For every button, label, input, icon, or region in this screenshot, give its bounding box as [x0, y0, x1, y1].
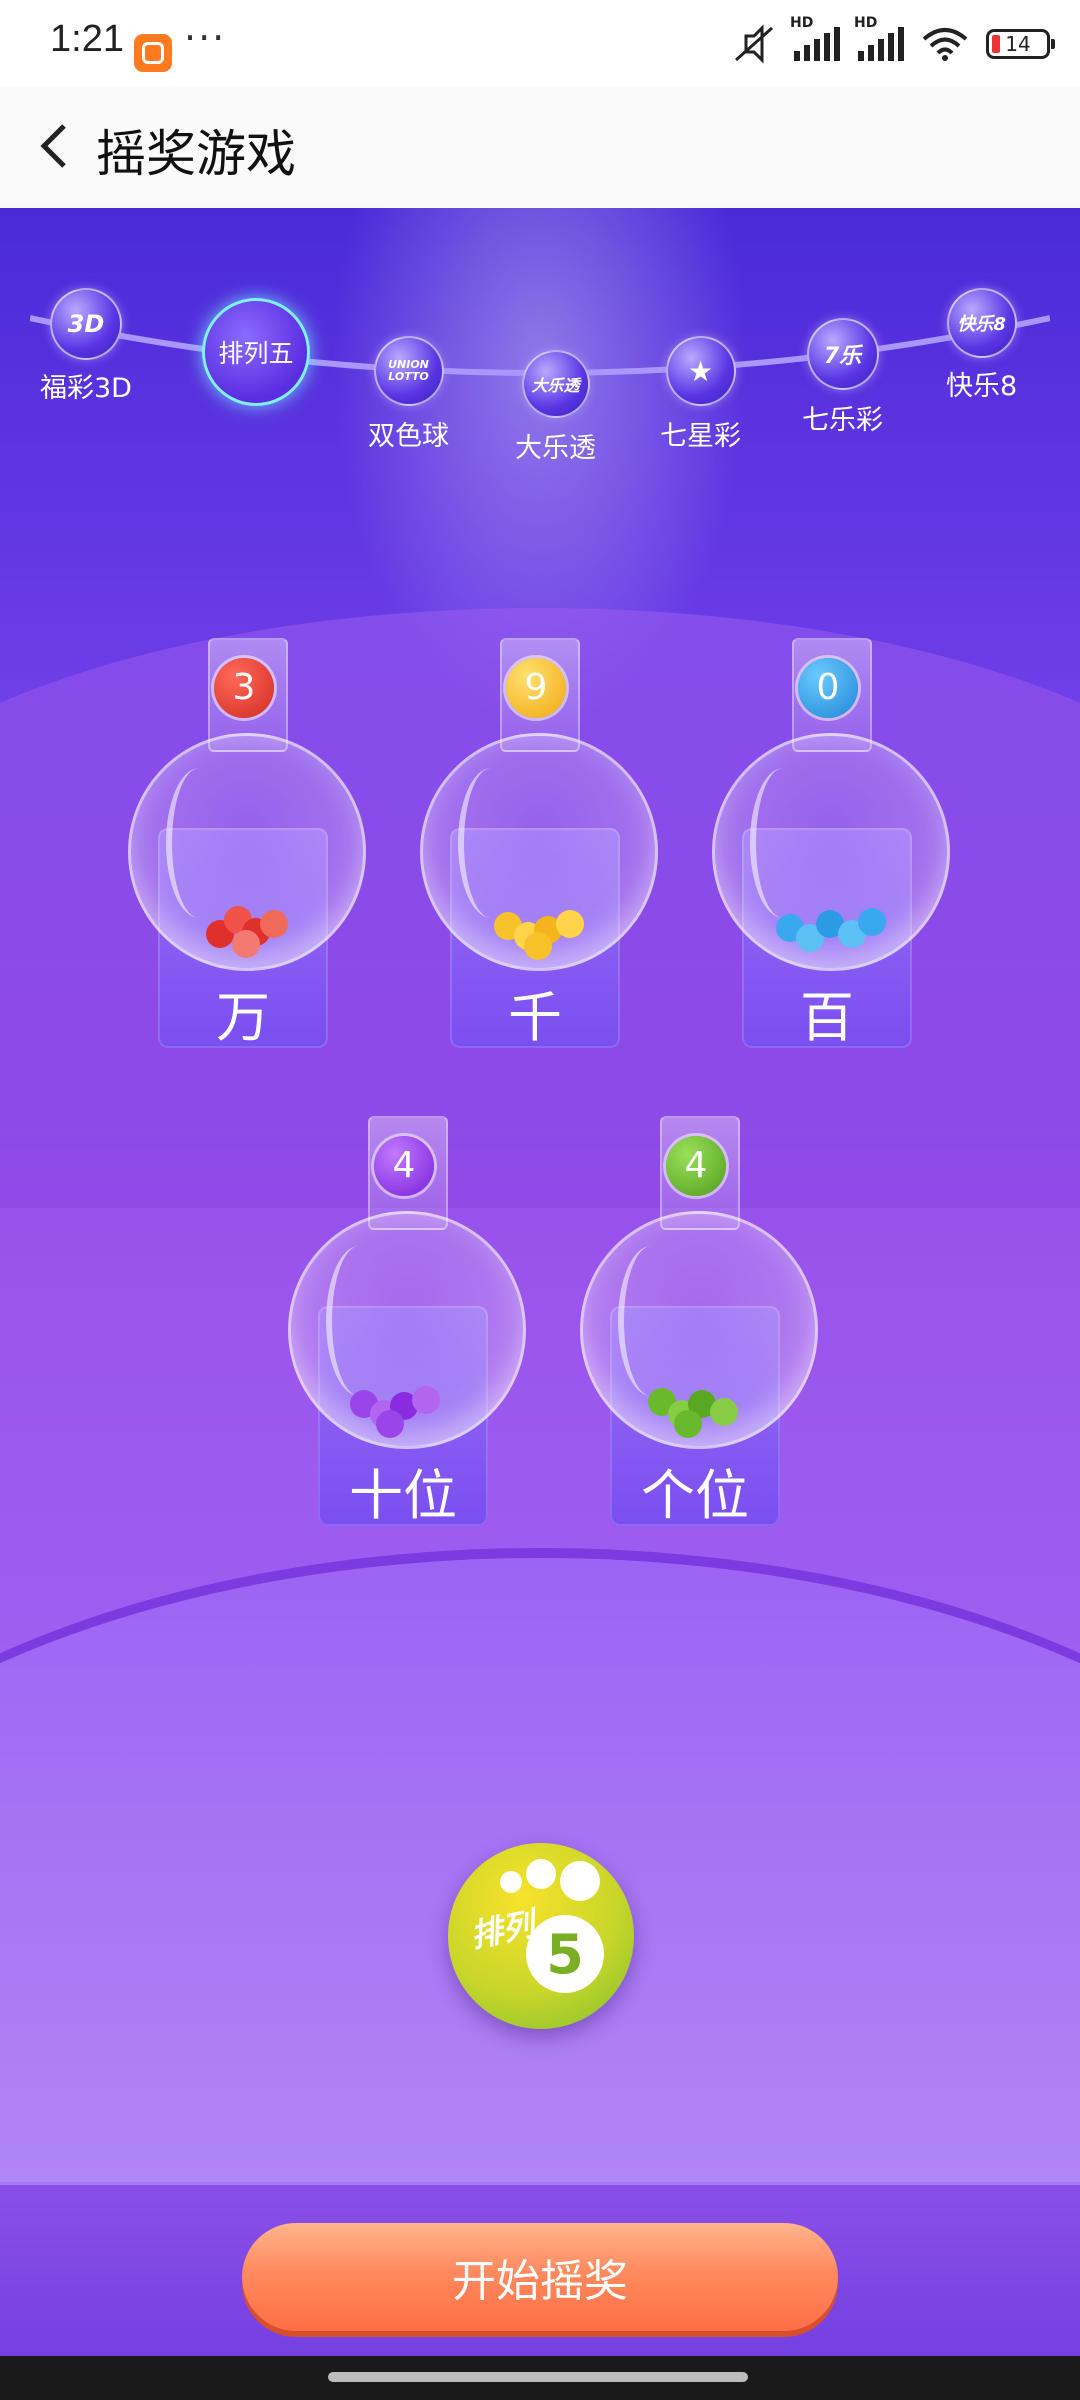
logo-digit: 5: [526, 1915, 604, 1993]
lottery-item-qixingcai[interactable]: ★ 七星彩: [660, 336, 741, 453]
lottery-label: 快乐8: [946, 371, 1018, 402]
back-arrow-icon[interactable]: [28, 116, 88, 176]
page-title: 摇奖游戏: [96, 125, 296, 183]
globe-gloss: [618, 1246, 684, 1396]
status-icons: HD HD 14: [732, 15, 1055, 66]
result-number-qian: 9: [506, 658, 566, 718]
system-nav-bar: [0, 2356, 1080, 2400]
pailie5-icon: 排列五: [202, 298, 310, 406]
mute-icon: [735, 24, 773, 64]
ball-pile: [494, 906, 594, 960]
start-draw-button[interactable]: 开始摇奖: [242, 2223, 838, 2331]
ball-pile: [350, 1384, 450, 1438]
lottery-item-daletou[interactable]: 大乐透 大乐透: [515, 350, 596, 465]
app-notification-icon: [134, 34, 172, 72]
kuaile8-icon: 快乐8: [946, 288, 1017, 358]
machine-qian: 9 千: [418, 638, 658, 1068]
fucai3d-icon: 3D: [49, 288, 122, 360]
machine-wan: 3 万: [126, 638, 366, 1068]
home-gesture-handle[interactable]: [328, 2372, 748, 2382]
signal-icon-1: HD: [790, 15, 840, 61]
ball-pile: [206, 906, 306, 958]
lottery-label: 福彩3D: [40, 373, 132, 404]
pailie5-logo: 排列 5: [448, 1843, 634, 2029]
wifi-icon: [922, 28, 968, 61]
globe-gloss: [326, 1246, 392, 1396]
result-number-shiwei: 4: [374, 1136, 434, 1196]
lottery-item-pailie5[interactable]: 排列五: [202, 298, 310, 406]
qixingcai-icon: ★: [665, 336, 736, 406]
machine-label-qian: 千: [508, 986, 562, 1049]
status-time: 1:21: [50, 18, 124, 60]
lottery-item-shuangseqiu[interactable]: UNION LOTTO 双色球: [368, 336, 449, 453]
lottery-stage: 3D 福彩3D 排列五 UNION LOTTO 双色球 大乐透 大乐透 ★ 七星…: [0, 208, 1080, 2182]
result-number-bai: 0: [798, 658, 858, 718]
machine-label-shiwei: 十位: [349, 1464, 457, 1527]
lottery-item-kuaile8[interactable]: 快乐8 快乐8: [946, 288, 1017, 403]
lottery-label: 七乐彩: [802, 405, 883, 436]
machine-label-gewei: 个位: [641, 1464, 749, 1527]
daletou-icon: 大乐透: [521, 350, 590, 418]
lottery-label: 大乐透: [515, 433, 596, 464]
battery-icon: 14: [986, 29, 1055, 59]
lottery-label: 七星彩: [660, 421, 741, 452]
title-bar: 摇奖游戏: [0, 86, 1080, 208]
ball-pile: [648, 1384, 748, 1438]
more-notifications-icon: ···: [184, 16, 227, 60]
machine-bai: 0 百: [710, 638, 950, 1068]
qilecai-icon: 7乐: [806, 318, 879, 390]
lottery-item-qilecai[interactable]: 7乐 七乐彩: [802, 318, 883, 437]
signal-icon-2: HD: [854, 15, 904, 61]
lottery-label: 双色球: [368, 421, 449, 452]
lottery-item-fucai3d[interactable]: 3D 福彩3D: [40, 288, 132, 405]
shuangseqiu-icon: UNION LOTTO: [373, 336, 444, 406]
machine-label-bai: 百: [800, 986, 854, 1049]
globe-gloss: [458, 768, 524, 918]
machine-label-wan: 万: [216, 986, 270, 1049]
ball-pile: [776, 906, 886, 958]
result-number-wan: 3: [214, 658, 274, 718]
globe-gloss: [166, 768, 232, 918]
machine-gewei: 4 个位: [578, 1116, 818, 1546]
status-bar: 1:21 ··· HD HD 14: [0, 0, 1080, 86]
result-number-gewei: 4: [666, 1136, 726, 1196]
machine-shiwei: 4 十位: [286, 1116, 526, 1546]
globe-gloss: [750, 768, 816, 918]
bottom-action-bar: 开始摇奖: [0, 2182, 1080, 2359]
